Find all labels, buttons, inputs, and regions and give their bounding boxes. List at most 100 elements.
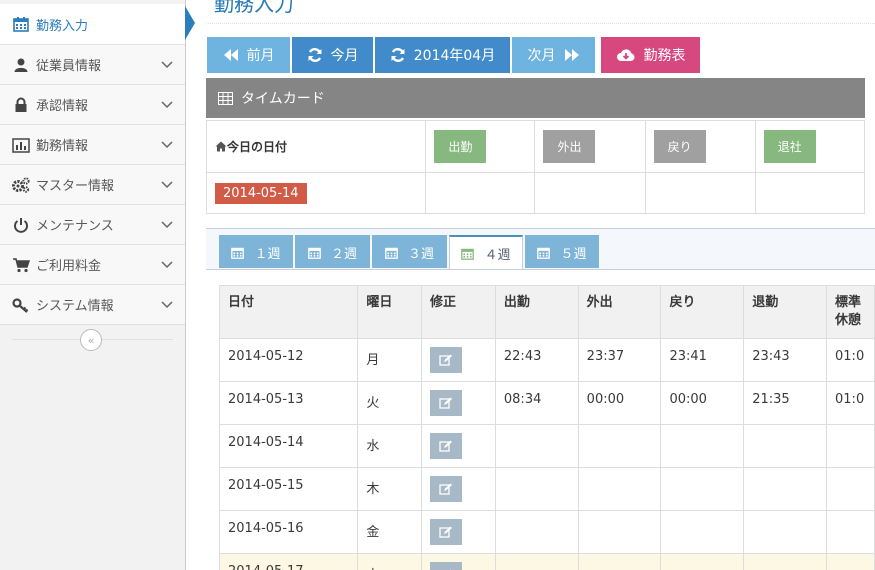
- empty-cell: [754, 172, 866, 214]
- tab-week-1[interactable]: １週: [219, 235, 293, 268]
- edit-button[interactable]: [429, 347, 462, 373]
- sidebar: 勤務入力 従業員情報 承認情報 勤務情報 マスター情報 メンテナンス ご利用料金…: [0, 0, 186, 570]
- tab-label: １週: [254, 247, 281, 262]
- tab-week-2[interactable]: ２週: [295, 235, 370, 268]
- col-clock-out: 退勤: [743, 285, 828, 339]
- sidebar-item-master-info[interactable]: マスター情報: [0, 165, 185, 205]
- sidebar-item-maintenance[interactable]: メンテナンス: [0, 205, 185, 245]
- tab-label: ２週: [330, 247, 357, 262]
- cell-date: 2014-05-15: [218, 467, 359, 511]
- current-month-button[interactable]: 今月: [291, 36, 374, 74]
- sidebar-item-usage-fee[interactable]: ご利用料金: [0, 245, 185, 285]
- cell-weekday: 金: [357, 510, 422, 554]
- sidebar-item-label: マスター情報: [36, 179, 115, 194]
- today-label-text: 今日の日付: [227, 140, 288, 154]
- chevron-down-icon[interactable]: [149, 100, 185, 109]
- sidebar-item-label: 従業員情報: [36, 59, 102, 74]
- col-weekday: 曜日: [357, 285, 422, 339]
- cell-return: [660, 553, 745, 570]
- sidebar-item-label: 勤務入力: [36, 18, 89, 34]
- cell-edit: [420, 381, 496, 425]
- edit-button[interactable]: [429, 433, 462, 459]
- sidebar-item-label: 勤務情報: [36, 139, 89, 154]
- edit-button[interactable]: [429, 519, 462, 545]
- table-row: 2014-05-12 月 22:43 23:37 23:41 23:43 01:…: [218, 338, 875, 382]
- edit-button[interactable]: [429, 562, 462, 570]
- sidebar-item-label: ご利用料金: [36, 259, 102, 274]
- cell-clock-in: [494, 467, 579, 511]
- table-header-row: 日付 曜日 修正 出勤 外出 戻り 退勤 標準休憩: [218, 285, 875, 339]
- month-toolbar: 前月 今月 2014年04月 次月 勤務表: [206, 36, 701, 74]
- key-icon: [10, 297, 32, 313]
- next-month-label: 次月: [527, 48, 556, 64]
- go-out-cell: 外出: [534, 120, 646, 173]
- cell-weekday: 水: [357, 424, 422, 468]
- edit-button[interactable]: [429, 476, 462, 502]
- chevron-down-icon[interactable]: [149, 140, 185, 149]
- cell-date: 2014-05-16: [218, 510, 359, 554]
- edit-icon: [439, 483, 453, 495]
- cell-return: 23:41: [660, 338, 745, 382]
- sidebar-item-work-info[interactable]: 勤務情報: [0, 125, 185, 165]
- tab-label: ３週: [407, 247, 434, 262]
- cell-standard-break: 01:0: [826, 338, 875, 382]
- main-content: 勤務入力 前月 今月 2014年04月 次月 勤務表 タイムカード 今日の日付 …: [205, 0, 875, 570]
- gears-icon: [10, 176, 32, 193]
- sidebar-item-employee-info[interactable]: 従業員情報: [0, 45, 185, 85]
- clock-in-cell: 出勤: [425, 120, 536, 173]
- cell-edit: [420, 510, 496, 554]
- table-row: 2014-05-16 金: [218, 510, 875, 554]
- col-date: 日付: [218, 285, 359, 339]
- sidebar-item-approval-info[interactable]: 承認情報: [0, 85, 185, 125]
- chevron-down-icon[interactable]: [149, 180, 185, 189]
- clock-in-button[interactable]: 出勤: [434, 130, 487, 163]
- cell-clock-out: [743, 510, 828, 554]
- edit-button[interactable]: [429, 390, 462, 416]
- empty-cell: [644, 172, 756, 214]
- cloud-download-icon: [616, 47, 636, 63]
- chevron-down-icon[interactable]: [149, 220, 185, 229]
- tab-week-4[interactable]: ４週: [449, 235, 523, 270]
- cell-go-out: 23:37: [577, 338, 662, 382]
- cart-icon: [10, 257, 32, 273]
- calendar-icon: [385, 246, 398, 259]
- edit-icon: [439, 440, 453, 452]
- attendance-table: 日付 曜日 修正 出勤 外出 戻り 退勤 標準休憩 2014-05-12 月 2…: [218, 285, 875, 570]
- selected-month-button[interactable]: 2014年04月: [374, 36, 511, 74]
- cell-edit: [420, 467, 496, 511]
- sidebar-item-attendance-input[interactable]: 勤務入力: [0, 4, 185, 45]
- chevron-down-icon[interactable]: [149, 260, 185, 269]
- tab-week-5[interactable]: ５週: [525, 235, 599, 268]
- prev-month-button[interactable]: 前月: [206, 36, 291, 74]
- table-row: 2014-05-15 木: [218, 467, 875, 511]
- refresh-icon: [307, 47, 323, 63]
- app-window: 勤務入力 従業員情報 承認情報 勤務情報 マスター情報 メンテナンス ご利用料金…: [0, 0, 875, 570]
- refresh-icon: [390, 47, 406, 63]
- cell-standard-break: [826, 424, 875, 468]
- week-tabs-container: １週 ２週 ３週 ４週 ５週 日付 曜日 修正 出勤 外出 戻り 退勤 標準休憩…: [206, 228, 875, 570]
- cell-date: 2014-05-13: [218, 381, 359, 425]
- cell-date: 2014-05-14: [218, 424, 359, 468]
- schedule-button[interactable]: 勤務表: [600, 36, 701, 74]
- current-month-label: 今月: [330, 48, 359, 64]
- double-chevron-left-icon: «: [87, 333, 95, 347]
- today-label-cell: 今日の日付: [205, 120, 427, 173]
- col-clock-in: 出勤: [494, 285, 579, 339]
- cell-standard-break: [826, 467, 875, 511]
- clock-out-button[interactable]: 退社: [763, 130, 816, 163]
- chevron-down-icon[interactable]: [149, 60, 185, 69]
- sidebar-item-system-info[interactable]: システム情報: [0, 285, 185, 325]
- next-month-button[interactable]: 次月: [511, 36, 596, 74]
- cell-clock-in: 08:34: [494, 381, 579, 425]
- chevron-down-icon[interactable]: [149, 300, 185, 309]
- tab-week-3[interactable]: ３週: [372, 235, 447, 268]
- empty-cell: [534, 172, 646, 214]
- cell-clock-in: [494, 424, 579, 468]
- cell-return: [660, 424, 745, 468]
- calendar-icon: [10, 16, 32, 32]
- go-out-button[interactable]: 外出: [543, 130, 596, 163]
- cell-return: 00:00: [660, 381, 745, 425]
- selected-month-label: 2014年04月: [413, 48, 496, 64]
- collapse-sidebar-button[interactable]: «: [80, 329, 102, 351]
- return-button[interactable]: 戻り: [653, 130, 706, 163]
